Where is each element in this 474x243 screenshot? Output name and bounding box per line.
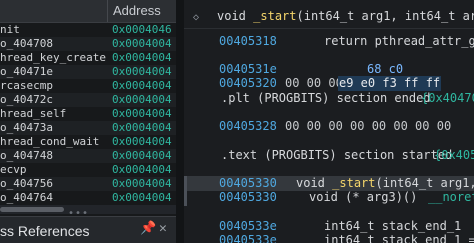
symbol-address: 0x0004004	[112, 93, 172, 106]
disasm-line-highlighted[interactable]: 00405330 void _start(int64_t arg1,	[184, 176, 474, 191]
disasm-line[interactable]: 0040531e 68 c0	[184, 62, 474, 77]
cross-references-header: ss References 📌 ✕	[0, 216, 176, 243]
column-divider[interactable]	[107, 0, 108, 22]
code-text: int64_t stack_end_1 = s	[324, 233, 474, 243]
symbol-row[interactable]: hread_self 0x0004004	[0, 107, 176, 121]
symbol-row[interactable]: o_404756 0x0004004	[0, 177, 176, 191]
function-name[interactable]: _start	[332, 176, 375, 190]
symbol-row[interactable]: ecvp 0x0004004	[0, 163, 176, 177]
symbol-name: nit	[0, 23, 20, 36]
disasm-line[interactable]: 00405320 00 00 00 e9 e0 f3 ff ff	[184, 76, 474, 91]
symbol-name: o_40471e	[0, 65, 53, 78]
symbol-address: 0x0004004	[112, 79, 172, 92]
code-text: void (* arg3)()	[309, 190, 418, 204]
close-icon[interactable]: ✕	[159, 221, 167, 236]
section-marker: .text (PROGBITS) section started {0x405	[184, 148, 474, 163]
disasm-line[interactable]: 00405318 return pthread_attr_gets	[184, 34, 474, 49]
symbol-address: 0x0004004	[112, 191, 172, 204]
symbols-column-header: Address	[0, 0, 176, 23]
symbols-panel: Address nit 0x0004046 o_404708 0x0004004 h…	[0, 0, 176, 243]
byte-values: 68 c0	[367, 62, 404, 76]
symbol-name: o_40473a	[0, 121, 53, 134]
section-address[interactable]: {0x404708	[421, 91, 474, 106]
return-type: void	[296, 176, 325, 190]
code-text: return pthread_attr_gets	[324, 34, 474, 48]
disasm-line[interactable]: 0040533e int64_t stack_end_1 = s	[184, 233, 474, 243]
symbol-name: hread_cond_wait	[0, 135, 100, 148]
symbol-address: 0x0004004	[112, 149, 172, 162]
cross-references-title: ss References	[0, 223, 90, 239]
symbol-name: hread_self	[0, 107, 67, 120]
symbol-name: rcasecmp	[0, 79, 53, 92]
symbol-name: o_404764	[0, 191, 53, 204]
symbol-row[interactable]: o_404708 0x0004004	[0, 37, 176, 51]
symbol-row[interactable]: o_40472c 0x0004004	[0, 93, 176, 107]
line-address[interactable]: 0040533e	[219, 219, 277, 234]
section-label: .text (PROGBITS) section started	[221, 148, 453, 162]
symbol-address: 0x0004004	[112, 37, 172, 50]
symbol-row[interactable]: hread_cond_wait 0x0004004	[0, 135, 176, 149]
symbols-list: nit 0x0004046 o_404708 0x0004004 hread_key…	[0, 23, 176, 205]
disasm-line[interactable]: 00405330 void (* arg3)() __noretur	[184, 190, 474, 205]
symbol-name: o_404756	[0, 177, 53, 190]
pin-icon[interactable]: 📌	[140, 221, 156, 236]
scrollbar-thumb[interactable]	[0, 207, 64, 212]
symbol-row[interactable]: rcasecmp 0x0004004	[0, 79, 176, 93]
function-args: (int64_t arg1, int64_t arg2, in	[296, 9, 474, 23]
symbol-address: 0x0004046	[112, 23, 172, 36]
symbol-name: o_40472c	[0, 93, 53, 106]
address-column-header[interactable]: Address	[113, 3, 161, 18]
selected-bytes[interactable]: e9 e0 f3 ff ff	[338, 76, 442, 91]
symbol-address: 0x0004004	[112, 163, 172, 176]
code-text: int64_t stack_end_1	[324, 219, 462, 233]
symbol-row[interactable]: nit 0x0004046	[0, 23, 176, 37]
function-signature-line[interactable]: void _start(int64_t arg1, int64_t arg2, …	[184, 9, 474, 24]
function-args: (int64_t arg1,	[375, 176, 474, 190]
byte-values: 00 00 00	[285, 76, 343, 90]
panel-splitter[interactable]	[176, 0, 184, 243]
symbol-row[interactable]: o_40471e 0x0004004	[0, 65, 176, 79]
symbol-address: 0x0004004	[112, 107, 172, 120]
line-address[interactable]: 00405328	[219, 119, 277, 134]
annotation: __noretur	[428, 190, 474, 204]
symbol-address: 0x0004004	[112, 177, 172, 190]
line-address[interactable]: 00405330	[219, 190, 277, 205]
section-address[interactable]: {0x405	[434, 148, 474, 163]
symbol-name: o_404708	[0, 37, 53, 50]
symbol-address: 0x0004004	[112, 135, 172, 148]
section-label: .plt (PROGBITS) section ended	[221, 91, 431, 105]
symbol-name: o_404748	[0, 149, 53, 162]
symbol-row[interactable]: o_404748 0x0004004	[0, 149, 176, 163]
symbol-row[interactable]: hread_key_create 0x0004004	[0, 51, 176, 65]
symbol-row[interactable]: o_404764 0x0004004	[0, 191, 176, 205]
byte-values: 00 00 00 00 00 00 00 00	[285, 119, 452, 133]
disassembly-view: ◇ void _start(int64_t arg1, int64_t arg2…	[184, 0, 474, 243]
line-address[interactable]: 00405320	[219, 76, 277, 91]
symbol-address: 0x0004004	[112, 121, 172, 134]
line-address[interactable]: 0040531e	[219, 62, 277, 77]
line-address[interactable]: 0040533e	[219, 233, 277, 243]
symbol-address: 0x0004004	[112, 65, 172, 78]
return-type: void	[217, 9, 246, 23]
disasm-line[interactable]: 0040533e int64_t stack_end_1	[184, 219, 474, 234]
symbol-row[interactable]: o_40473a 0x0004004	[0, 121, 176, 135]
line-address[interactable]: 00405330	[219, 176, 277, 191]
line-address[interactable]: 00405318	[219, 34, 277, 49]
header-divider	[184, 28, 474, 29]
symbol-name: hread_key_create	[0, 51, 106, 64]
disasm-line[interactable]: 00405328 00 00 00 00 00 00 00 00	[184, 119, 474, 134]
block-edge	[184, 176, 187, 206]
function-name[interactable]: _start	[253, 9, 296, 23]
symbol-address: 0x0004004	[112, 51, 172, 64]
symbol-name: ecvp	[0, 163, 27, 176]
section-marker: .plt (PROGBITS) section ended {0x404708	[184, 91, 474, 106]
